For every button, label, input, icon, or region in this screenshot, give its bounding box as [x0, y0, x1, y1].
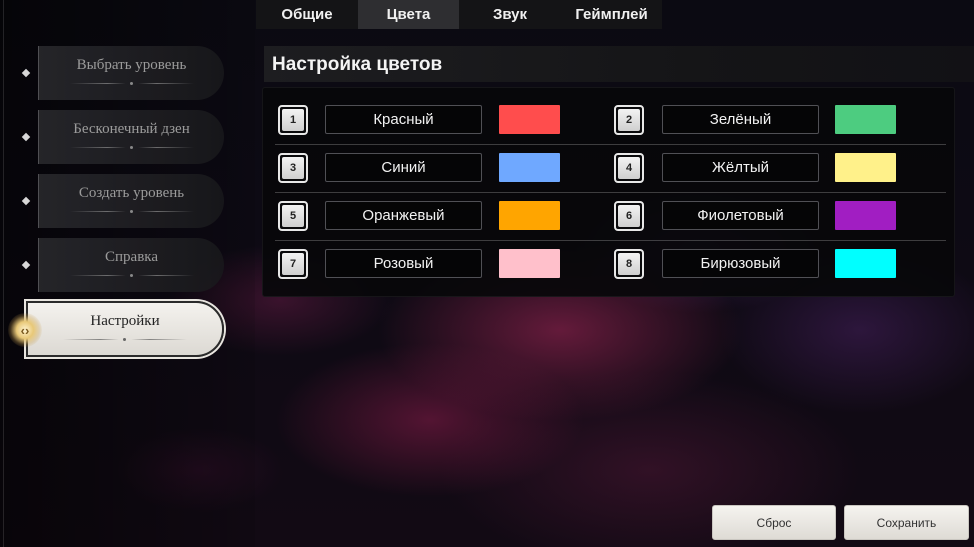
sidebar-item-endless-zen[interactable]: Бесконечный дзен	[38, 110, 224, 164]
panel-header: Настройка цветов	[264, 46, 974, 82]
color-slot-number: 6	[614, 201, 644, 231]
tab-gameplay[interactable]: Геймплей	[561, 0, 662, 29]
color-name-label: Розовый	[325, 249, 482, 278]
tab-sound[interactable]: Звук	[459, 0, 561, 29]
ornament-divider	[69, 274, 194, 277]
color-slot-number: 1	[278, 105, 308, 135]
color-slot-number: 8	[614, 249, 644, 279]
color-slot-number: 2	[614, 105, 644, 135]
tab-general[interactable]: Общие	[256, 0, 358, 29]
sidebar-item-label: Создать уровень	[78, 185, 185, 201]
color-swatch-cyan[interactable]	[835, 249, 896, 278]
sidebar-item-select-level[interactable]: Выбрать уровень	[38, 46, 224, 100]
color-swatch-yellow[interactable]	[835, 153, 896, 182]
sidebar-item-settings[interactable]: Настройки	[26, 301, 224, 357]
tab-label: Звук	[492, 6, 528, 23]
sidebar: Выбрать уровень Бесконечный дзен Создать…	[0, 0, 255, 547]
sidebar-item-label: Бесконечный дзен	[73, 121, 190, 137]
active-indicator-icon: ‹›	[8, 313, 42, 347]
tab-label: Общие	[281, 6, 333, 23]
tab-label: Геймплей	[575, 6, 648, 23]
sidebar-item-label: Настройки	[90, 313, 160, 329]
color-swatch-green[interactable]	[835, 105, 896, 134]
reset-button-label: Сброс	[756, 515, 792, 530]
color-swatch-blue[interactable]	[499, 153, 560, 182]
page-title: Настройка цветов	[272, 54, 443, 75]
color-name-label: Синий	[325, 153, 482, 182]
color-name-label: Бирюзовый	[662, 249, 819, 278]
sidebar-item-create-level[interactable]: Создать уровень	[38, 174, 224, 228]
save-button-label: Сохранить	[876, 515, 937, 530]
diamond-marker-icon	[21, 68, 31, 78]
ornament-divider	[69, 146, 194, 149]
color-slot-number: 5	[278, 201, 308, 231]
ornament-divider	[63, 338, 187, 341]
ornament-divider	[69, 210, 194, 213]
color-name-label: Красный	[325, 105, 482, 134]
color-swatch-purple[interactable]	[835, 201, 896, 230]
reset-button[interactable]: Сброс	[712, 505, 836, 540]
diamond-marker-icon	[21, 196, 31, 206]
color-slot-number: 7	[278, 249, 308, 279]
row-divider	[275, 192, 946, 193]
row-divider	[275, 240, 946, 241]
ornament-divider	[69, 82, 194, 85]
color-swatch-red[interactable]	[499, 105, 560, 134]
sidebar-item-help[interactable]: Справка	[38, 238, 224, 292]
sidebar-item-label: Выбрать уровень	[76, 57, 187, 73]
sidebar-item-label: Справка	[105, 249, 158, 265]
row-divider	[275, 144, 946, 145]
color-name-label: Зелёный	[662, 105, 819, 134]
color-name-label: Оранжевый	[325, 201, 482, 230]
color-name-label: Жёлтый	[662, 153, 819, 182]
settings-tabs: Общие Цвета Звук Геймплей	[256, 0, 662, 29]
color-settings-grid: 1 Красный 2 Зелёный 3 Синий 4 Жёлтый 5 О…	[262, 87, 955, 297]
color-slot-number: 4	[614, 153, 644, 183]
color-swatch-pink[interactable]	[499, 249, 560, 278]
save-button[interactable]: Сохранить	[844, 505, 969, 540]
tab-colors[interactable]: Цвета	[358, 0, 459, 29]
color-slot-number: 3	[278, 153, 308, 183]
tab-label: Цвета	[386, 6, 431, 23]
diamond-marker-icon	[21, 260, 31, 270]
color-swatch-orange[interactable]	[499, 201, 560, 230]
color-name-label: Фиолетовый	[662, 201, 819, 230]
diamond-marker-icon	[21, 132, 31, 142]
